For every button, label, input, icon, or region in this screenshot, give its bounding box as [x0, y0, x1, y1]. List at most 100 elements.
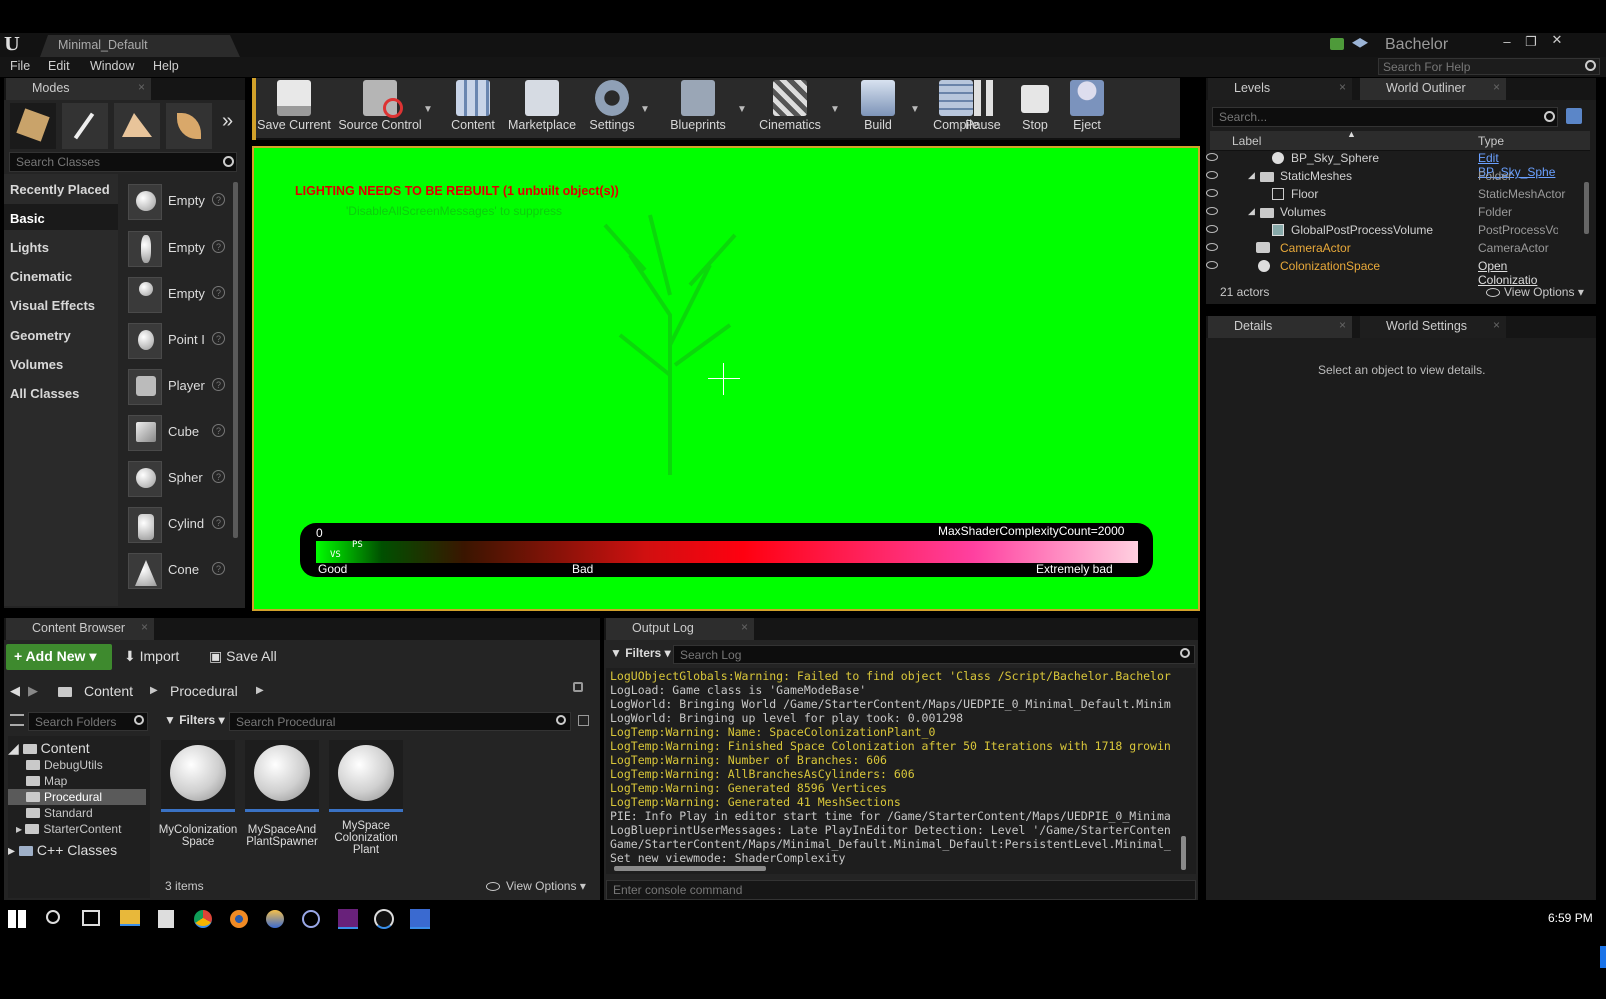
filters-button[interactable]: ▼ Filters ▾: [164, 713, 225, 727]
calculator-icon[interactable]: [158, 910, 174, 928]
search-folders-input[interactable]: Search Folders: [28, 712, 148, 731]
column-label[interactable]: Label: [1232, 134, 1261, 148]
help-icon[interactable]: ?: [212, 470, 225, 483]
tab-modes[interactable]: Modes ×: [6, 78, 151, 100]
place-item[interactable]: Player?: [120, 365, 232, 409]
row-type-link[interactable]: Open Colonizatio: [1478, 259, 1556, 287]
asset-tile[interactable]: MySpace Colonization Plant: [326, 740, 406, 856]
tab-levels[interactable]: Levels ×: [1208, 78, 1352, 100]
outliner-scrollbar[interactable]: [1584, 182, 1589, 234]
add-new-button[interactable]: + Add New ▾: [6, 644, 112, 670]
unreal-logo[interactable]: U: [4, 34, 26, 55]
visibility-eye-icon[interactable]: [1206, 207, 1218, 215]
notification-icon[interactable]: [1330, 38, 1344, 50]
help-icon[interactable]: ?: [212, 286, 225, 299]
back-icon[interactable]: ◀: [10, 683, 20, 699]
close-icon[interactable]: ×: [741, 620, 748, 634]
content-button[interactable]: Content: [446, 80, 500, 136]
outliner-row[interactable]: GlobalPostProcessVolume PostProcessVolum: [1196, 222, 1558, 240]
help-icon[interactable]: ?: [212, 240, 225, 253]
category-lights[interactable]: Lights: [10, 240, 49, 255]
tree-item-content[interactable]: ◢ Content: [8, 740, 90, 757]
search-classes-input[interactable]: Search Classes: [9, 152, 237, 172]
breadcrumb-content[interactable]: Content: [84, 683, 133, 699]
search-icon[interactable]: [46, 910, 60, 924]
visibility-eye-icon[interactable]: [1206, 261, 1218, 269]
level-tab[interactable]: Minimal_Default: [40, 35, 240, 57]
minimize-button[interactable]: –: [1496, 34, 1518, 50]
sources-toggle-icon[interactable]: [10, 714, 24, 726]
show-desktop-button[interactable]: [1600, 946, 1606, 968]
lock-icon[interactable]: [573, 682, 583, 692]
visual-studio-icon[interactable]: [338, 909, 358, 929]
visibility-eye-icon[interactable]: [1206, 153, 1218, 161]
close-icon[interactable]: ×: [1493, 318, 1500, 332]
visibility-eye-icon[interactable]: [1206, 243, 1218, 251]
close-icon[interactable]: ×: [1339, 80, 1346, 94]
breadcrumb-procedural[interactable]: Procedural: [170, 683, 238, 699]
help-icon[interactable]: ?: [212, 332, 225, 345]
outliner-row[interactable]: ◢ Volumes Folder: [1196, 204, 1556, 222]
stop-button[interactable]: Stop: [1010, 80, 1060, 136]
blender-icon[interactable]: [230, 910, 248, 928]
visibility-eye-icon[interactable]: [1206, 189, 1218, 197]
place-item[interactable]: Empty?: [120, 273, 232, 317]
mode-landscape-icon[interactable]: [114, 103, 160, 149]
console-command-input[interactable]: Enter console command: [606, 880, 1196, 900]
app-icon[interactable]: [410, 909, 430, 929]
place-item[interactable]: Empty?: [120, 180, 232, 224]
search-assets-input[interactable]: Search Procedural: [229, 712, 571, 731]
category-basic[interactable]: Basic: [10, 211, 45, 226]
asset-tile[interactable]: MySpaceAnd PlantSpawner: [242, 740, 322, 848]
menu-help[interactable]: Help: [153, 59, 179, 73]
outliner-view-options[interactable]: View Options ▾: [1504, 285, 1584, 299]
menu-window[interactable]: Window: [90, 59, 134, 73]
import-button[interactable]: ⬇ Import: [124, 648, 179, 665]
column-type[interactable]: Type: [1478, 134, 1504, 148]
add-actor-icon[interactable]: [1566, 108, 1582, 124]
place-item[interactable]: Cone?: [120, 549, 232, 593]
mode-paint-icon[interactable]: [62, 103, 108, 149]
category-visual-effects[interactable]: Visual Effects: [10, 298, 95, 313]
more-modes-icon[interactable]: »: [222, 110, 233, 133]
close-icon[interactable]: ×: [138, 80, 145, 94]
help-icon[interactable]: ?: [212, 378, 225, 391]
tree-item[interactable]: Map: [26, 774, 67, 788]
chrome-icon[interactable]: [194, 910, 212, 928]
save-all-button[interactable]: ▣ Save All: [209, 648, 277, 665]
save-search-icon[interactable]: [578, 715, 589, 726]
place-item[interactable]: Empty?: [120, 227, 232, 271]
tree-item[interactable]: Procedural: [26, 790, 102, 804]
tab-output-log[interactable]: Output Log ×: [606, 618, 754, 640]
tab-world-settings[interactable]: World Settings ×: [1360, 316, 1506, 338]
app-icon[interactable]: [266, 910, 284, 928]
help-icon[interactable]: ?: [212, 424, 225, 437]
tab-details[interactable]: Details ×: [1208, 316, 1352, 338]
unreal-engine-icon[interactable]: [374, 909, 394, 929]
blueprints-dropdown-icon[interactable]: ▼: [737, 104, 747, 115]
outliner-row[interactable]: ◢ StaticMeshes Folder: [1196, 168, 1556, 186]
settings-button[interactable]: Settings: [584, 80, 640, 136]
visibility-eye-icon[interactable]: [1206, 225, 1218, 233]
category-volumes[interactable]: Volumes: [10, 357, 63, 372]
mode-foliage-icon[interactable]: [166, 103, 212, 149]
category-cinematic[interactable]: Cinematic: [10, 269, 72, 284]
outliner-row[interactable]: CameraActor CameraActor: [1196, 240, 1556, 258]
pause-button[interactable]: Pause: [957, 80, 1009, 136]
menu-file[interactable]: File: [10, 59, 30, 73]
tab-content-browser[interactable]: Content Browser ×: [6, 618, 154, 640]
help-icon[interactable]: ?: [212, 193, 225, 206]
close-icon[interactable]: ×: [141, 620, 148, 634]
restore-button[interactable]: ❐: [1520, 34, 1542, 50]
category-geometry[interactable]: Geometry: [10, 328, 71, 343]
place-item[interactable]: Point I?: [120, 319, 232, 363]
source-control-dropdown-icon[interactable]: ▼: [423, 104, 433, 115]
menu-edit[interactable]: Edit: [48, 59, 70, 73]
visibility-eye-icon[interactable]: [1206, 171, 1218, 179]
asset-tile[interactable]: MyColonization Space: [158, 740, 238, 848]
outliner-row[interactable]: Floor StaticMeshActor: [1196, 186, 1565, 204]
category-recently-placed[interactable]: Recently Placed: [10, 182, 110, 197]
file-explorer-icon[interactable]: [120, 910, 140, 926]
marketplace-button[interactable]: Marketplace: [506, 80, 578, 136]
cinematics-button[interactable]: Cinematics: [752, 80, 828, 136]
